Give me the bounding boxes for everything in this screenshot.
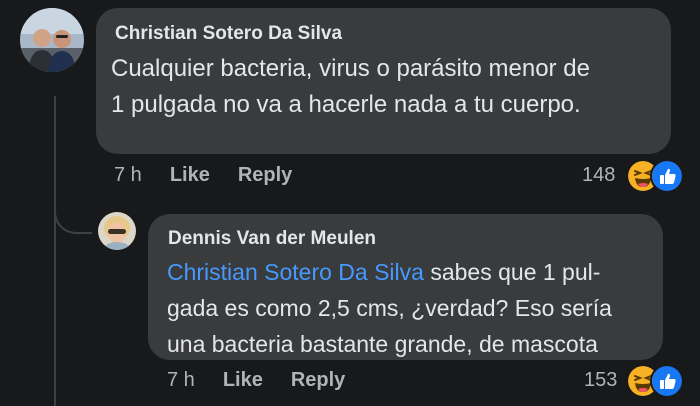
reply-text-line: gada es como 2,5 cms, ¿verdad? Eso sería xyxy=(167,295,612,321)
like-button[interactable]: Like xyxy=(170,164,210,187)
reply-time[interactable]: 7 h xyxy=(167,369,195,392)
thread-line-branch xyxy=(54,196,92,234)
reply-bubble: Dennis Van der Meulen Christian Sotero D… xyxy=(148,214,663,360)
comment-bubble: Christian Sotero Da Silva Cualquier bact… xyxy=(96,8,671,154)
avatar-dennis[interactable] xyxy=(98,212,136,250)
reaction-count[interactable]: 153 xyxy=(584,369,617,392)
reply-text-line: una bacteria bastante grande, de mascota xyxy=(167,331,598,357)
comment-text-line: 1 pulgada no va a hacerle nada a tu cuer… xyxy=(111,91,581,118)
thread-line-vertical xyxy=(54,96,56,406)
reaction-count[interactable]: 148 xyxy=(582,164,615,187)
comment-text: Cualquier bacteria, virus o parásito men… xyxy=(111,51,666,123)
like-icon xyxy=(650,159,684,193)
reply-text: Christian Sotero Da Silva sabes que 1 pu… xyxy=(167,254,657,362)
avatar-christian[interactable] xyxy=(20,8,84,72)
comment-author[interactable]: Christian Sotero Da Silva xyxy=(115,23,342,45)
like-icon xyxy=(650,364,684,398)
reply-author[interactable]: Dennis Van der Meulen xyxy=(168,228,376,250)
reaction-icons[interactable] xyxy=(626,364,684,398)
reply-button[interactable]: Reply xyxy=(238,164,292,187)
reply-button[interactable]: Reply xyxy=(291,369,345,392)
comment-time[interactable]: 7 h xyxy=(114,164,142,187)
reply-text-line: Christian Sotero Da Silva sabes que 1 pu… xyxy=(167,254,657,290)
like-button[interactable]: Like xyxy=(223,369,263,392)
comment-actions: 7 h Like Reply xyxy=(114,164,292,187)
reply-actions: 7 h Like Reply xyxy=(167,369,345,392)
mention-link[interactable]: Christian Sotero Da Silva xyxy=(167,259,424,285)
reaction-icons[interactable] xyxy=(626,159,684,193)
reply-text-fragment: sabes que 1 pul- xyxy=(423,259,601,285)
comment-text-line: Cualquier bacteria, virus o parásito men… xyxy=(111,55,590,82)
